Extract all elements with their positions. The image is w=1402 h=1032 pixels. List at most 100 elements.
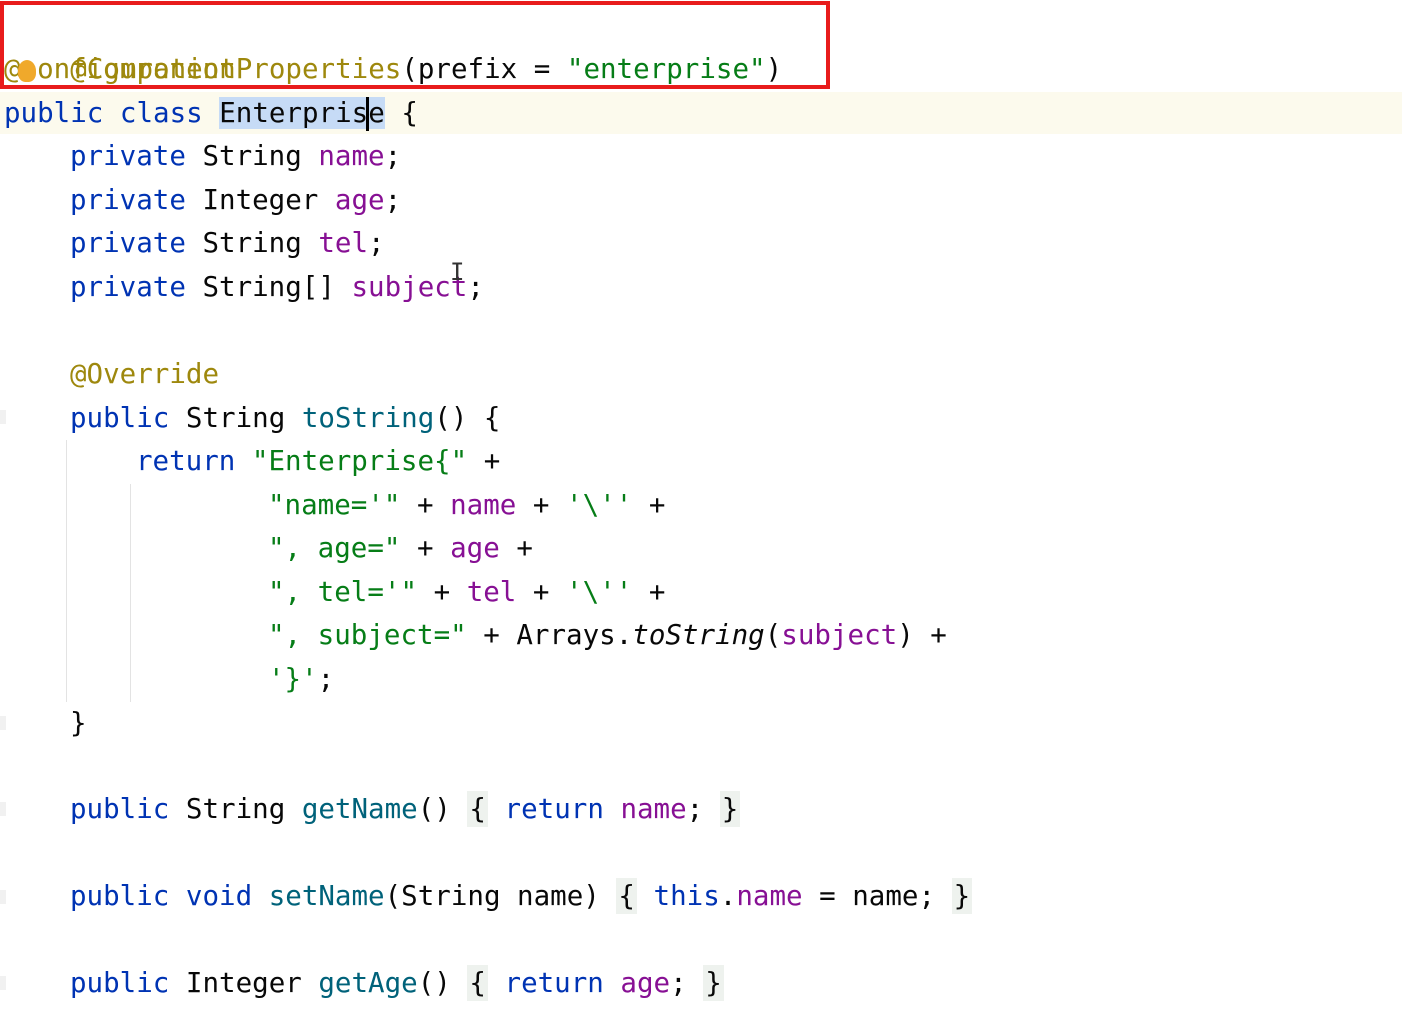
- code-line-getname[interactable]: public String getName() { return name; }: [70, 788, 741, 832]
- close-brace: }: [70, 707, 87, 739]
- char-literal: '\'': [566, 576, 633, 608]
- method-name: getName: [301, 793, 418, 825]
- plus-operator: +: [417, 576, 467, 608]
- field-reference: name: [736, 880, 803, 912]
- fold-marker[interactable]: [0, 890, 6, 904]
- code-line-method-close-brace[interactable]: }: [70, 702, 87, 746]
- field-type: String[]: [202, 271, 352, 303]
- code-line-component-annotation[interactable]: @Component: [4, 4, 236, 85]
- field-reference: tel: [466, 576, 517, 608]
- class-modifiers: public class: [4, 97, 220, 129]
- field-type: Integer: [202, 184, 335, 216]
- string-literal: ", age=": [268, 532, 401, 564]
- text-ibeam-cursor-icon: I: [450, 258, 465, 286]
- field-modifier: private: [70, 184, 203, 216]
- fold-open-brace[interactable]: {: [467, 791, 488, 827]
- code-line-return-statement[interactable]: return "Enterprise{" +: [136, 440, 500, 484]
- code-line-field-name[interactable]: private String name;: [70, 135, 401, 179]
- method-name: toString: [301, 402, 435, 434]
- plus-operator: +: [466, 619, 517, 651]
- field-semicolon: ;: [384, 184, 402, 216]
- method-return-type: String: [185, 402, 302, 434]
- assignment: = name;: [802, 880, 936, 912]
- string-literal: "Enterprise{": [251, 445, 468, 477]
- code-line-override-annotation[interactable]: @Override: [70, 353, 219, 397]
- field-modifier: private: [70, 227, 203, 259]
- method-return-type: String: [185, 793, 302, 825]
- return-keyword: return: [504, 793, 621, 825]
- method-modifier: public: [70, 880, 186, 912]
- plus-operator: +: [400, 489, 451, 521]
- code-line-concat-subject[interactable]: ", subject=" + Arrays.toString(subject) …: [268, 614, 947, 658]
- field-name: age: [334, 184, 385, 216]
- code-line-concat-age[interactable]: ", age=" + age +: [268, 527, 533, 571]
- fold-marker[interactable]: [0, 976, 6, 990]
- plus-operator: +: [516, 576, 567, 608]
- fold-marker[interactable]: [0, 410, 6, 424]
- class-open-brace: {: [384, 97, 418, 129]
- code-line-class-declaration[interactable]: public class Enterprise {: [4, 92, 418, 136]
- fold-close-brace[interactable]: }: [703, 965, 724, 1001]
- code-editor[interactable]: @Component @ onfigurationProperties(prefi…: [0, 0, 1402, 1032]
- void-keyword: void: [185, 880, 269, 912]
- plus-operator: +: [632, 576, 666, 608]
- char-literal: '\'': [566, 489, 633, 521]
- semicolon: ;: [686, 793, 704, 825]
- plus-operator: +: [632, 489, 666, 521]
- semicolon: ;: [670, 967, 687, 999]
- indent-guide: [130, 484, 131, 702]
- field-name: name: [318, 140, 385, 172]
- code-line-concat-name[interactable]: "name='" + name + '\'' +: [268, 484, 665, 528]
- semicolon: ;: [317, 663, 335, 695]
- class-name-after-caret: e: [368, 97, 385, 129]
- method-params: () {: [434, 402, 501, 434]
- string-literal: "name='": [268, 489, 401, 521]
- static-method-call: toString: [632, 619, 765, 651]
- method-return-type: Integer: [185, 967, 319, 999]
- string-literal: ", tel='": [268, 576, 418, 608]
- code-line-field-subject[interactable]: private String[] subject;: [70, 266, 484, 310]
- method-modifier: public: [70, 967, 186, 999]
- method-name: setName: [268, 880, 385, 912]
- method-modifier: public: [70, 793, 186, 825]
- indent-guide: [66, 440, 67, 702]
- method-params: (): [417, 793, 451, 825]
- code-line-configuration-properties[interactable]: @ onfigurationProperties(prefix = "enterp…: [4, 48, 782, 92]
- plus-operator: +: [467, 445, 501, 477]
- class-name-selected-text: Enterpris: [219, 97, 369, 129]
- fold-open-brace[interactable]: {: [616, 878, 637, 914]
- method-modifier: public: [70, 402, 186, 434]
- code-line-concat-tel[interactable]: ", tel='" + tel + '\'' +: [268, 571, 665, 615]
- plus-operator: +: [913, 619, 947, 651]
- code-line-getage[interactable]: public Integer getAge() { return age; }: [70, 962, 724, 1006]
- field-reference: name: [450, 489, 517, 521]
- code-line-field-tel[interactable]: private String tel;: [70, 222, 385, 266]
- annotation-override: @Override: [70, 358, 220, 390]
- field-modifier: private: [70, 140, 203, 172]
- method-params: (): [417, 967, 451, 999]
- code-line-setname[interactable]: public void setName(String name) { this.…: [70, 875, 973, 919]
- fold-close-brace[interactable]: }: [719, 791, 741, 827]
- field-name: tel: [318, 227, 369, 259]
- fold-open-brace[interactable]: {: [467, 965, 488, 1001]
- plus-operator: +: [499, 532, 533, 564]
- code-line-concat-close[interactable]: '}';: [268, 658, 334, 702]
- field-reference: age: [450, 532, 500, 564]
- fold-marker[interactable]: [0, 802, 6, 816]
- code-line-field-age[interactable]: private Integer age;: [70, 179, 401, 223]
- return-keyword: return: [136, 445, 252, 477]
- field-semicolon: ;: [467, 271, 484, 303]
- field-reference: subject: [781, 619, 898, 651]
- fold-close-brace[interactable]: }: [951, 878, 973, 914]
- plus-operator: +: [400, 532, 451, 564]
- intention-bulb-icon[interactable]: [18, 60, 36, 82]
- text-caret: [366, 97, 369, 131]
- paren-open: (: [764, 619, 782, 651]
- field-type: String: [202, 227, 319, 259]
- fold-marker[interactable]: [0, 716, 6, 730]
- code-line-tostring-declaration[interactable]: public String toString() {: [70, 397, 501, 441]
- field-semicolon: ;: [384, 140, 402, 172]
- dot: .: [719, 880, 737, 912]
- method-name: getAge: [318, 967, 418, 999]
- plus-operator: +: [516, 489, 567, 521]
